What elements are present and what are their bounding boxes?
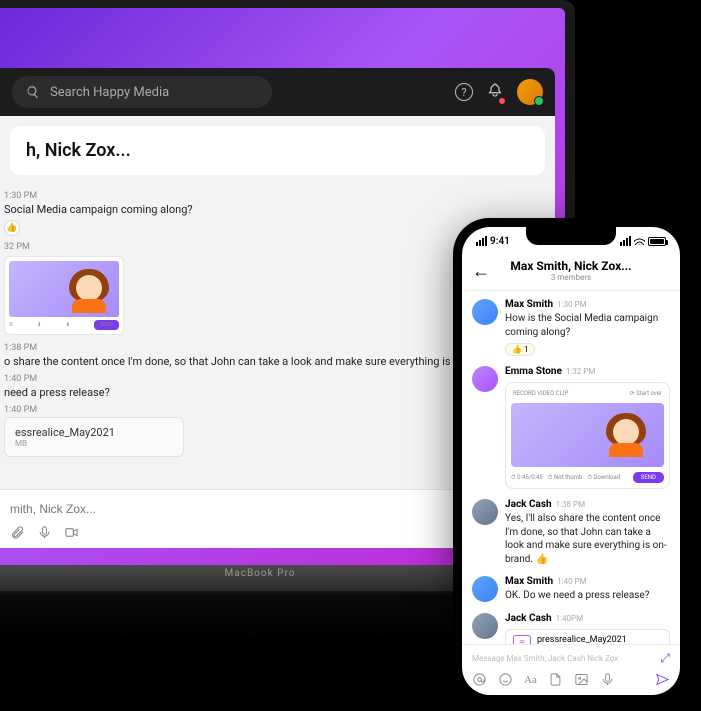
desktop-topbar: Search Happy Media ? [0,68,555,116]
chat-subtitle: 3 members [472,273,670,282]
message-time: 1:32 PM [566,367,595,376]
battery-icon [648,237,666,246]
expand-icon[interactable]: ⤢ [660,651,670,666]
signal-icon [620,236,631,246]
message-text: Social Media campaign coming along? [4,203,545,216]
search-icon [26,85,40,99]
chat-title: Max Smith, Nick Zox... [472,259,670,273]
avatar[interactable] [472,366,498,392]
signal-icon [476,236,487,246]
message-row: Jack Cash 1:38 PM Yes, I'll also share the… [472,499,670,566]
image-icon[interactable] [574,672,589,687]
sender-name: Max Smith [505,299,553,310]
status-clock: 9:41 [490,236,510,247]
file-attachment[interactable]: essrealice_May2021 MB [4,417,184,457]
format-icon[interactable]: Aa [524,674,537,686]
avatar[interactable] [472,613,498,639]
mention-icon[interactable] [472,672,487,687]
message-time: 1:30 PM [557,300,586,309]
message-row: Max Smith 1:30 PM How is the Social Media … [472,299,670,356]
phone-message-list: Max Smith 1:30 PM How is the Social Media … [462,291,680,644]
mic-icon[interactable] [600,672,615,687]
file-icon: ≡ [513,635,531,645]
search-input[interactable]: Search Happy Media [12,76,272,108]
reaction-chip[interactable]: 👍 1 [505,343,535,356]
help-icon[interactable]: ? [455,83,473,101]
mic-icon[interactable] [37,525,52,540]
sender-name: Jack Cash [505,499,552,510]
sender-name: Max Smith [505,576,553,587]
phone-chat-header: ← Max Smith, Nick Zox... 3 members [462,255,680,291]
compose-placeholder[interactable]: Message Max Smith, Jack Cash Nick Zox [472,654,618,663]
message-text: OK. Do we need a press release? [505,589,670,603]
message-row: Emma Stone 1:32 PM RECORD VIDEO CLIP⟳ Star… [472,366,670,489]
message-time: 1:38 PM [556,500,585,509]
message-row: Jack Cash 1:40PM ≡pressrealice_May202111.2… [472,613,670,645]
file-attachment[interactable]: ≡pressrealice_May202111.2 MB [505,629,670,645]
message-row: Max Smith 1:40 PM OK. Do we need a press r… [472,576,670,603]
search-placeholder: Search Happy Media [50,85,169,100]
back-icon[interactable]: ← [472,261,490,282]
send-clip-button[interactable]: SEND [94,320,119,330]
sender-name: Emma Stone [505,366,562,377]
notifications-icon[interactable] [487,82,503,102]
avatar[interactable] [472,499,498,525]
avatar[interactable] [472,299,498,325]
emoji-icon[interactable] [498,672,513,687]
user-avatar[interactable] [517,79,543,105]
chat-header-title: h, Nick Zox... [10,126,545,175]
attach-icon[interactable] [10,525,25,540]
avatar[interactable] [472,576,498,602]
message-time: 1:40PM [556,614,583,623]
reaction-icon[interactable]: 👍 [4,220,20,236]
video-icon[interactable] [64,525,79,540]
video-clip-card[interactable]: ⏱⬇⬇ SEND [4,256,124,335]
phone-mockup: 9:41 ← Max Smith, Nick Zox... 3 members … [453,218,689,704]
phone-compose: Message Max Smith, Jack Cash Nick Zox ⤢ … [462,644,680,695]
message-text: Yes, I'll also share the content once I'… [505,512,670,566]
send-clip-button[interactable]: SEND [633,472,664,483]
message-time: 1:40 PM [557,577,586,586]
wifi-icon [634,237,645,245]
send-icon[interactable] [655,672,670,687]
video-clip-card[interactable]: RECORD VIDEO CLIP⟳ Start over⏱ 0:45/0:45… [505,382,670,489]
sender-name: Jack Cash [505,613,552,624]
document-icon[interactable] [548,672,563,687]
message-text: How is the Social Media campaign coming … [505,312,670,339]
